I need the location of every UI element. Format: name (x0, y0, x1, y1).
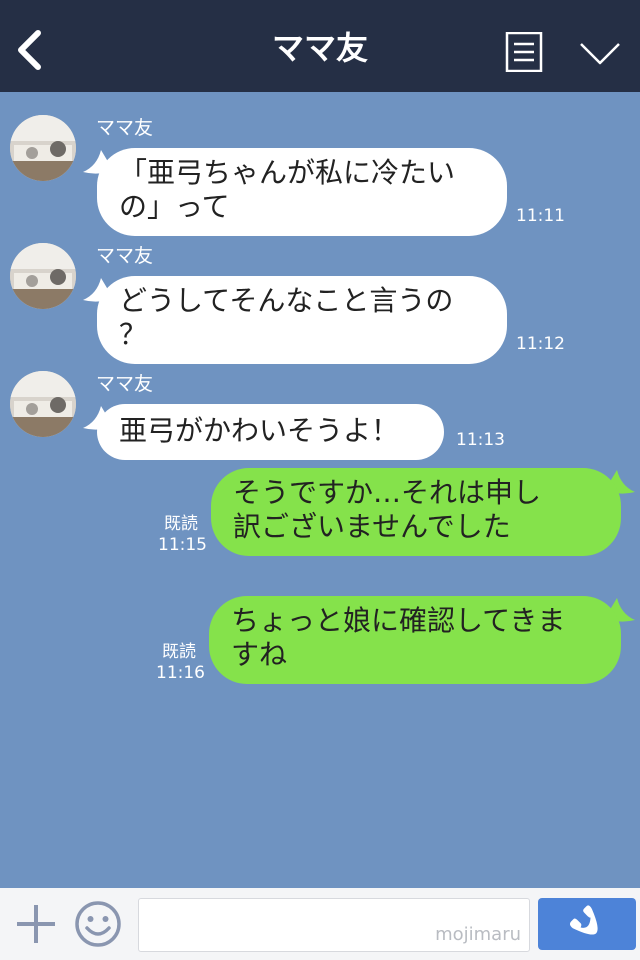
message-bubble[interactable]: ちょっと娘に確認してきま すね (209, 596, 635, 684)
input-bar: mojimaru (0, 888, 640, 960)
message-text: 「亜弓ちゃんが私に冷たい の」って (119, 156, 456, 223)
message-time: 11:16 (156, 663, 205, 683)
chat-title: ママ友 (271, 29, 368, 67)
smiley-icon (75, 901, 121, 947)
message-time: 11:11 (516, 206, 565, 226)
read-status: 既読 (162, 642, 196, 662)
sender-name: ママ友 (96, 117, 154, 139)
message-time: 11:13 (456, 430, 505, 450)
message-bubble[interactable]: そうですか…それは申し 訳ございませんでした (211, 468, 635, 556)
message-time: 11:15 (158, 535, 207, 555)
menu-button[interactable] (505, 31, 543, 73)
message-bubble[interactable]: 亜弓がかわいそうよ！ (83, 404, 444, 460)
message-bubble[interactable]: どうしてそんなこと言うの ？ (83, 276, 507, 364)
chevron-down-icon (580, 43, 620, 65)
avatar[interactable] (10, 371, 76, 437)
message-text: そうですか…それは申し 訳ございませんでした (233, 476, 542, 543)
avatar[interactable] (10, 115, 76, 181)
message-bubble[interactable]: 「亜弓ちゃんが私に冷たい の」って (83, 148, 507, 236)
call-button[interactable] (538, 898, 636, 950)
message-time: 11:12 (516, 334, 565, 354)
plus-icon (17, 905, 55, 943)
chat-header: ママ友 (0, 0, 640, 92)
sender-name: ママ友 (96, 245, 154, 267)
message-text: 亜弓がかわいそうよ！ (119, 414, 400, 447)
read-receipt: 既読 11:16 (156, 642, 205, 684)
sender-name: ママ友 (96, 373, 154, 395)
message-input[interactable]: mojimaru (138, 898, 530, 952)
read-receipt: 既読 11:15 (158, 514, 207, 556)
message-text: ちょっと娘に確認してきま すね (231, 604, 566, 671)
emoji-button[interactable] (74, 900, 122, 948)
chat-area[interactable]: ママ友 「亜弓ちゃんが私に冷たい の」って 11:11 ママ友 どうしてそんなこ… (0, 92, 640, 888)
menu-icon (505, 31, 543, 73)
phone-icon (569, 905, 598, 935)
message-text: どうしてそんなこと言うの ？ (119, 284, 454, 351)
read-status: 既読 (164, 514, 198, 534)
watermark: mojimaru (435, 924, 521, 945)
add-button[interactable] (14, 902, 58, 946)
dropdown-button[interactable] (578, 40, 622, 68)
avatar[interactable] (10, 243, 76, 309)
